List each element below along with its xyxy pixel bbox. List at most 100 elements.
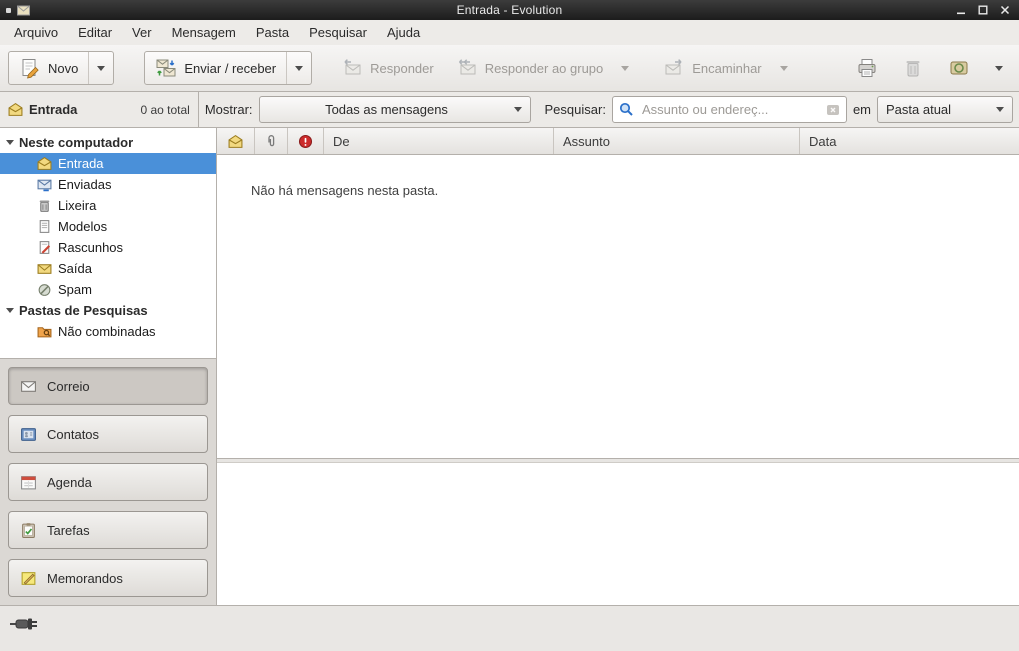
search-scope-value: Pasta atual bbox=[886, 102, 988, 117]
chevron-down-icon bbox=[514, 107, 522, 112]
junk-button[interactable] bbox=[941, 51, 977, 85]
folder-item-lixeira[interactable]: Lixeira bbox=[0, 195, 216, 216]
column-attachment[interactable] bbox=[255, 128, 288, 154]
contacts-icon bbox=[20, 426, 37, 443]
chevron-down-icon bbox=[995, 66, 1003, 71]
send-receive-dropdown-button[interactable] bbox=[286, 52, 311, 84]
switcher-label: Memorandos bbox=[47, 571, 123, 586]
filter-controls: Mostrar: Todas as mensagens Pesquisar: e… bbox=[199, 92, 1019, 127]
toolbar: Novo Enviar / receber Responder Respo bbox=[0, 45, 1019, 92]
forward-dropdown-button[interactable] bbox=[775, 51, 793, 85]
chevron-down-icon bbox=[996, 107, 1004, 112]
folder-item-spam[interactable]: Spam bbox=[0, 279, 216, 300]
menu-ver[interactable]: Ver bbox=[122, 21, 162, 44]
folder-label: Não combinadas bbox=[58, 324, 156, 339]
window-menu-icon[interactable] bbox=[6, 8, 11, 13]
inbox-icon bbox=[37, 156, 52, 171]
reply-label: Responder bbox=[370, 61, 434, 76]
memos-icon bbox=[20, 570, 37, 587]
new-button[interactable]: Novo bbox=[9, 52, 88, 84]
reply-all-button[interactable]: Responder ao grupo bbox=[447, 51, 613, 85]
folder-item-enviadas[interactable]: Enviadas bbox=[0, 174, 216, 195]
show-filter-dropdown[interactable]: Todas as mensagens bbox=[259, 96, 531, 123]
search-scope-dropdown[interactable]: Pasta atual bbox=[877, 96, 1013, 123]
minimize-button[interactable] bbox=[953, 3, 969, 17]
column-priority[interactable] bbox=[288, 128, 324, 154]
column-de[interactable]: De bbox=[324, 128, 554, 154]
titlebar: Entrada - Evolution bbox=[0, 0, 1019, 20]
account-label: Neste computador bbox=[19, 135, 133, 150]
folder-label: Saída bbox=[58, 261, 92, 276]
message-list-body[interactable]: Não há mensagens nesta pasta. bbox=[217, 155, 1019, 458]
chevron-down-icon bbox=[621, 66, 629, 71]
sent-icon bbox=[37, 177, 52, 192]
search-folder-icon bbox=[37, 324, 52, 339]
search-icon bbox=[619, 102, 634, 117]
priority-icon bbox=[298, 134, 313, 149]
folder-label: Spam bbox=[58, 282, 92, 297]
mail-icon bbox=[20, 378, 37, 395]
forward-button[interactable]: Encaminhar bbox=[654, 51, 770, 85]
search-folders-label: Pastas de Pesquisas bbox=[19, 303, 148, 318]
send-receive-button[interactable]: Enviar / receber bbox=[145, 52, 286, 84]
scope-in-label: em bbox=[853, 102, 871, 117]
new-dropdown-button[interactable] bbox=[88, 52, 113, 84]
folder-item-nao-combinadas[interactable]: Não combinadas bbox=[0, 321, 216, 342]
folder-item-modelos[interactable]: Modelos bbox=[0, 216, 216, 237]
print-button[interactable] bbox=[849, 51, 885, 85]
online-status-icon[interactable] bbox=[10, 616, 46, 632]
column-label: De bbox=[333, 134, 350, 149]
menu-arquivo[interactable]: Arquivo bbox=[4, 21, 68, 44]
folder-item-rascunhos[interactable]: Rascunhos bbox=[0, 237, 216, 258]
search-label: Pesquisar: bbox=[545, 102, 606, 117]
switcher-contatos[interactable]: Contatos bbox=[8, 415, 208, 453]
switcher-memorandos[interactable]: Memorandos bbox=[8, 559, 208, 597]
chevron-down-icon bbox=[295, 66, 303, 71]
folder-item-saida[interactable]: Saída bbox=[0, 258, 216, 279]
window-title: Entrada - Evolution bbox=[126, 3, 893, 17]
expander-icon[interactable] bbox=[6, 140, 14, 145]
delete-button[interactable] bbox=[895, 51, 931, 85]
close-button[interactable] bbox=[997, 3, 1013, 17]
switcher-tarefas[interactable]: Tarefas bbox=[8, 511, 208, 549]
reply-all-icon bbox=[456, 57, 478, 79]
expander-icon[interactable] bbox=[6, 308, 14, 313]
drafts-icon bbox=[37, 240, 52, 255]
inbox-icon bbox=[8, 102, 23, 117]
menu-pasta[interactable]: Pasta bbox=[246, 21, 299, 44]
menu-mensagem[interactable]: Mensagem bbox=[162, 21, 246, 44]
new-message-icon bbox=[19, 57, 41, 79]
folder-label: Modelos bbox=[58, 219, 107, 234]
titlebar-icons bbox=[6, 5, 126, 16]
column-data[interactable]: Data bbox=[800, 128, 1019, 154]
message-list-pane: De Assunto Data Não há mensagens nesta p… bbox=[217, 128, 1019, 605]
account-group-header[interactable]: Neste computador bbox=[0, 132, 216, 153]
column-status[interactable] bbox=[217, 128, 255, 154]
filterbar: Entrada 0 ao total Mostrar: Todas as men… bbox=[0, 92, 1019, 128]
menu-editar[interactable]: Editar bbox=[68, 21, 122, 44]
new-split-button: Novo bbox=[8, 51, 114, 85]
toolbar-overflow-button[interactable] bbox=[987, 51, 1011, 85]
switcher-label: Contatos bbox=[47, 427, 99, 442]
menu-ajuda[interactable]: Ajuda bbox=[377, 21, 430, 44]
outbox-icon bbox=[37, 261, 52, 276]
app-envelope-icon bbox=[17, 5, 30, 16]
clear-search-icon[interactable] bbox=[826, 103, 840, 117]
spam-icon bbox=[37, 282, 52, 297]
search-input[interactable] bbox=[640, 101, 820, 118]
column-assunto[interactable]: Assunto bbox=[554, 128, 800, 154]
column-label: Assunto bbox=[563, 134, 610, 149]
switcher-agenda[interactable]: Agenda bbox=[8, 463, 208, 501]
folder-item-entrada[interactable]: Entrada bbox=[0, 153, 216, 174]
reply-button[interactable]: Responder bbox=[332, 51, 443, 85]
current-folder-header: Entrada 0 ao total bbox=[0, 92, 199, 127]
menu-pesquisar[interactable]: Pesquisar bbox=[299, 21, 377, 44]
switcher-correio[interactable]: Correio bbox=[8, 367, 208, 405]
maximize-button[interactable] bbox=[975, 3, 991, 17]
reply-all-dropdown-button[interactable] bbox=[616, 51, 634, 85]
search-folders-group-header[interactable]: Pastas de Pesquisas bbox=[0, 300, 216, 321]
show-filter-value: Todas as mensagens bbox=[268, 102, 506, 117]
statusbar bbox=[0, 605, 1019, 651]
send-receive-label: Enviar / receber bbox=[184, 61, 276, 76]
paperclip-icon bbox=[264, 134, 278, 148]
